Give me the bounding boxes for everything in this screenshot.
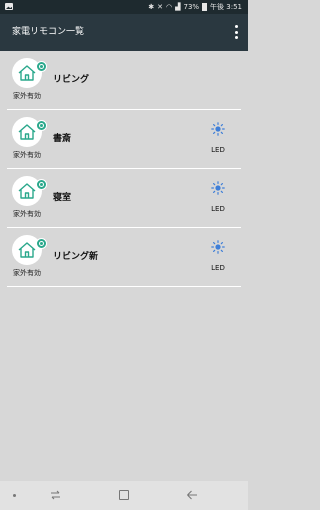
dot-icon[interactable] <box>13 494 16 497</box>
remote-status-label: 家外有効 <box>13 151 41 159</box>
remote-status-label: 家外有効 <box>13 269 41 277</box>
recent-apps-icon[interactable] <box>50 490 61 500</box>
room-name: リビング新 <box>53 252 99 262</box>
status-bar: ✱ ✕ ◠ ▟ 73% 午後 3:51 <box>0 0 248 14</box>
light-icon <box>211 122 225 136</box>
status-icons: ✱ ✕ ◠ ▟ 73% 午後 3:51 <box>148 0 242 14</box>
room-list: 家外有効 リビング 家外有効 書斎 LED 家外有効 寝室 LED 家外有効 リ… <box>0 51 248 287</box>
gallery-icon <box>5 3 13 10</box>
light-icon <box>211 240 225 254</box>
remote-status-label: 家外有効 <box>13 92 41 100</box>
overflow-menu-icon[interactable] <box>232 24 240 40</box>
light-icon <box>211 181 225 195</box>
signal-icon: ▟ <box>175 3 181 11</box>
battery-percent: 73% <box>183 3 200 11</box>
home-icon[interactable] <box>119 490 129 500</box>
battery-icon <box>202 3 208 11</box>
room-name: 書斎 <box>53 134 72 144</box>
device-label: LED <box>211 146 225 154</box>
settings-badge-icon <box>36 179 47 190</box>
settings-badge-icon <box>36 61 47 72</box>
back-icon[interactable] <box>186 489 198 501</box>
clock: 午後 3:51 <box>210 3 242 11</box>
remote-status-label: 家外有効 <box>13 210 41 218</box>
app-bar: 家電リモコン一覧 <box>0 14 248 51</box>
room-row[interactable]: 家外有効 寝室 LED <box>7 169 241 228</box>
page-title: 家電リモコン一覧 <box>12 27 85 37</box>
house-icon <box>12 176 47 206</box>
room-name: 寝室 <box>53 193 72 203</box>
device-label: LED <box>211 264 225 272</box>
led-device-button[interactable]: LED <box>206 180 230 213</box>
device-label: LED <box>211 205 225 213</box>
mute-icon: ✕ <box>157 3 163 11</box>
house-icon <box>12 117 47 147</box>
bluetooth-icon: ✱ <box>148 3 155 11</box>
led-device-button[interactable]: LED <box>206 121 230 154</box>
house-icon <box>12 235 47 265</box>
system-nav-bar <box>0 481 248 510</box>
house-icon <box>12 58 47 88</box>
led-device-button[interactable]: LED <box>206 239 230 272</box>
settings-badge-icon <box>36 120 47 131</box>
room-row[interactable]: 家外有効 書斎 LED <box>7 110 241 169</box>
room-name: リビング <box>53 75 90 85</box>
settings-badge-icon <box>36 238 47 249</box>
room-row[interactable]: 家外有効 リビング新 LED <box>7 228 241 287</box>
room-row[interactable]: 家外有効 リビング <box>7 51 241 110</box>
wifi-icon: ◠ <box>165 3 173 11</box>
